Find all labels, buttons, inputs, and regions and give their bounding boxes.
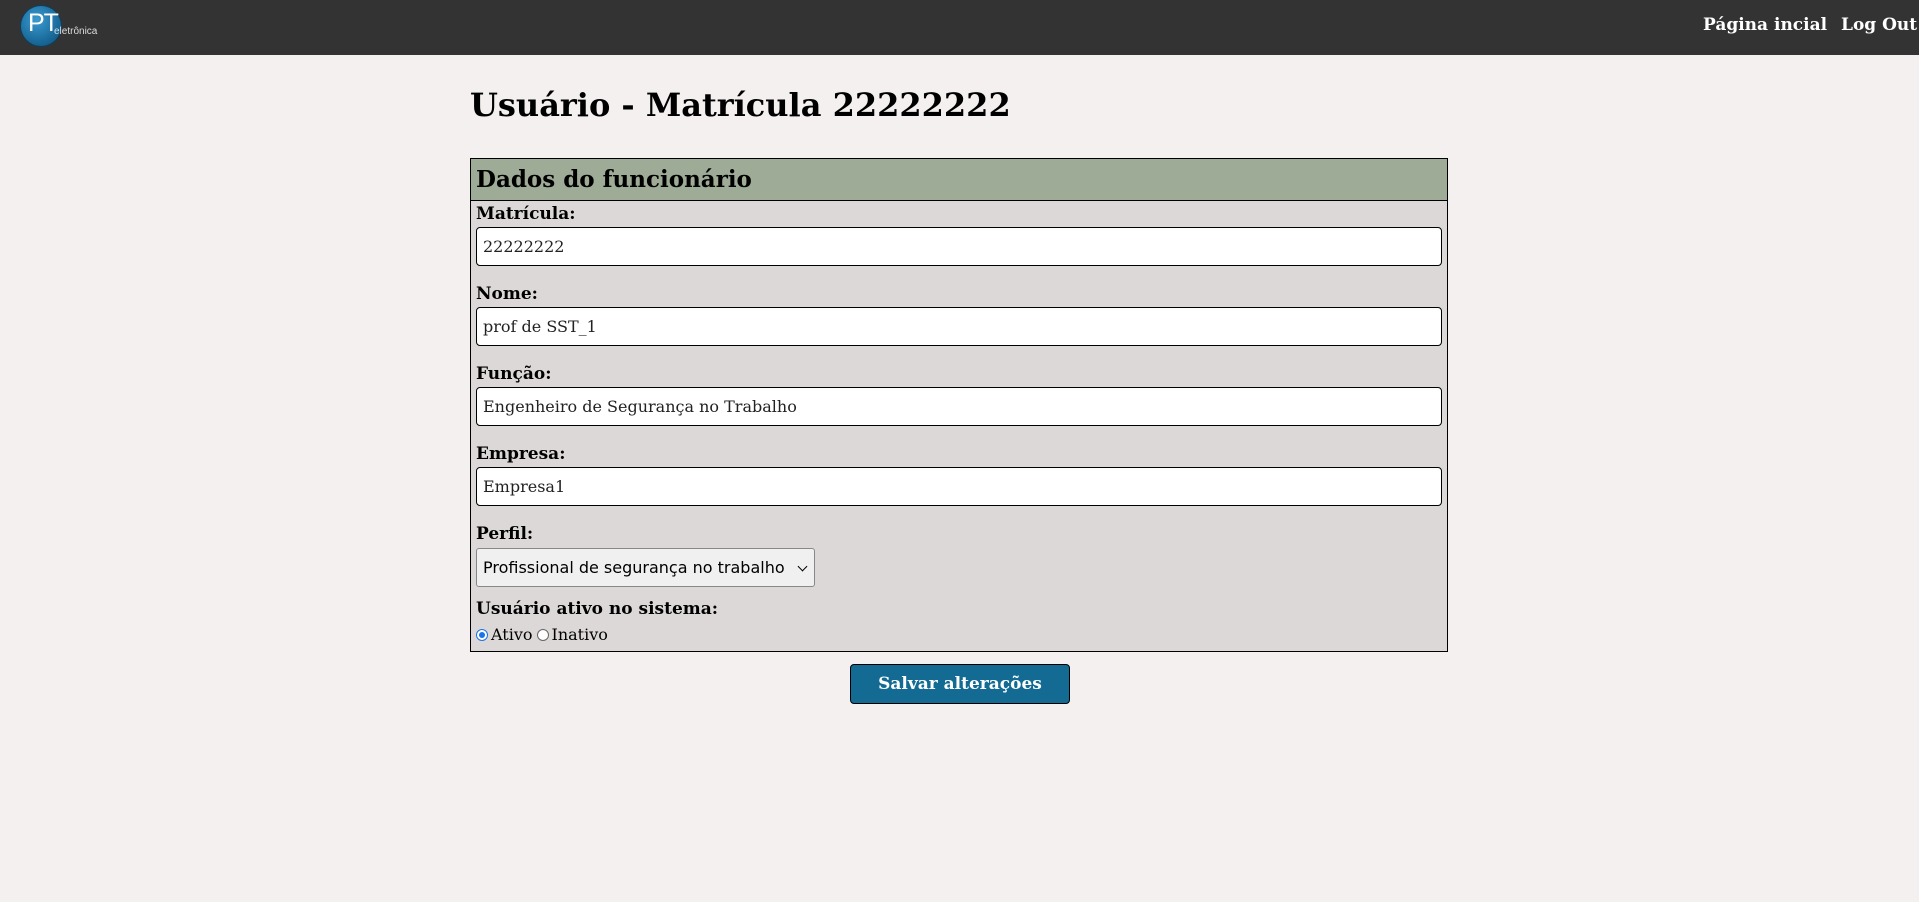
funcao-label: Função:: [476, 364, 552, 384]
radio-inativo[interactable]: [536, 628, 549, 641]
chevron-down-icon: [797, 561, 808, 572]
top-navbar: PT eletrônica Página incial Log Out: [0, 0, 1919, 55]
radio-inativo-label[interactable]: Inativo: [552, 625, 608, 644]
page-title: Usuário - Matrícula 22222222: [470, 86, 1011, 124]
logo-sub-text: eletrônica: [54, 26, 98, 37]
save-changes-button[interactable]: Salvar alterações: [850, 664, 1070, 704]
radio-ativo[interactable]: [476, 628, 488, 641]
employee-data-panel: Dados do funcionário Matrícula: Nome: Fu…: [470, 158, 1448, 652]
status-label: Usuário ativo no sistema:: [476, 599, 719, 619]
panel-header: Dados do funcionário: [471, 159, 1447, 201]
status-radio-group: Ativo Inativo: [476, 625, 612, 644]
app-logo[interactable]: PT eletrônica: [21, 6, 101, 48]
perfil-label: Perfil:: [476, 524, 534, 544]
nome-input[interactable]: [476, 307, 1442, 346]
matricula-label: Matrícula:: [476, 204, 576, 224]
empresa-label: Empresa:: [476, 444, 566, 464]
perfil-select[interactable]: Profissional de segurança no trabalho: [476, 548, 815, 587]
funcao-input[interactable]: [476, 387, 1442, 426]
nav-home-link[interactable]: Página incial: [1703, 15, 1827, 35]
nav-logout-link[interactable]: Log Out: [1841, 15, 1917, 35]
empresa-input[interactable]: [476, 467, 1442, 506]
matricula-input[interactable]: [476, 227, 1442, 266]
radio-ativo-label[interactable]: Ativo: [491, 625, 533, 644]
perfil-selected-value: Profissional de segurança no trabalho: [483, 558, 785, 577]
nome-label: Nome:: [476, 284, 538, 304]
panel-title: Dados do funcionário: [476, 166, 752, 193]
